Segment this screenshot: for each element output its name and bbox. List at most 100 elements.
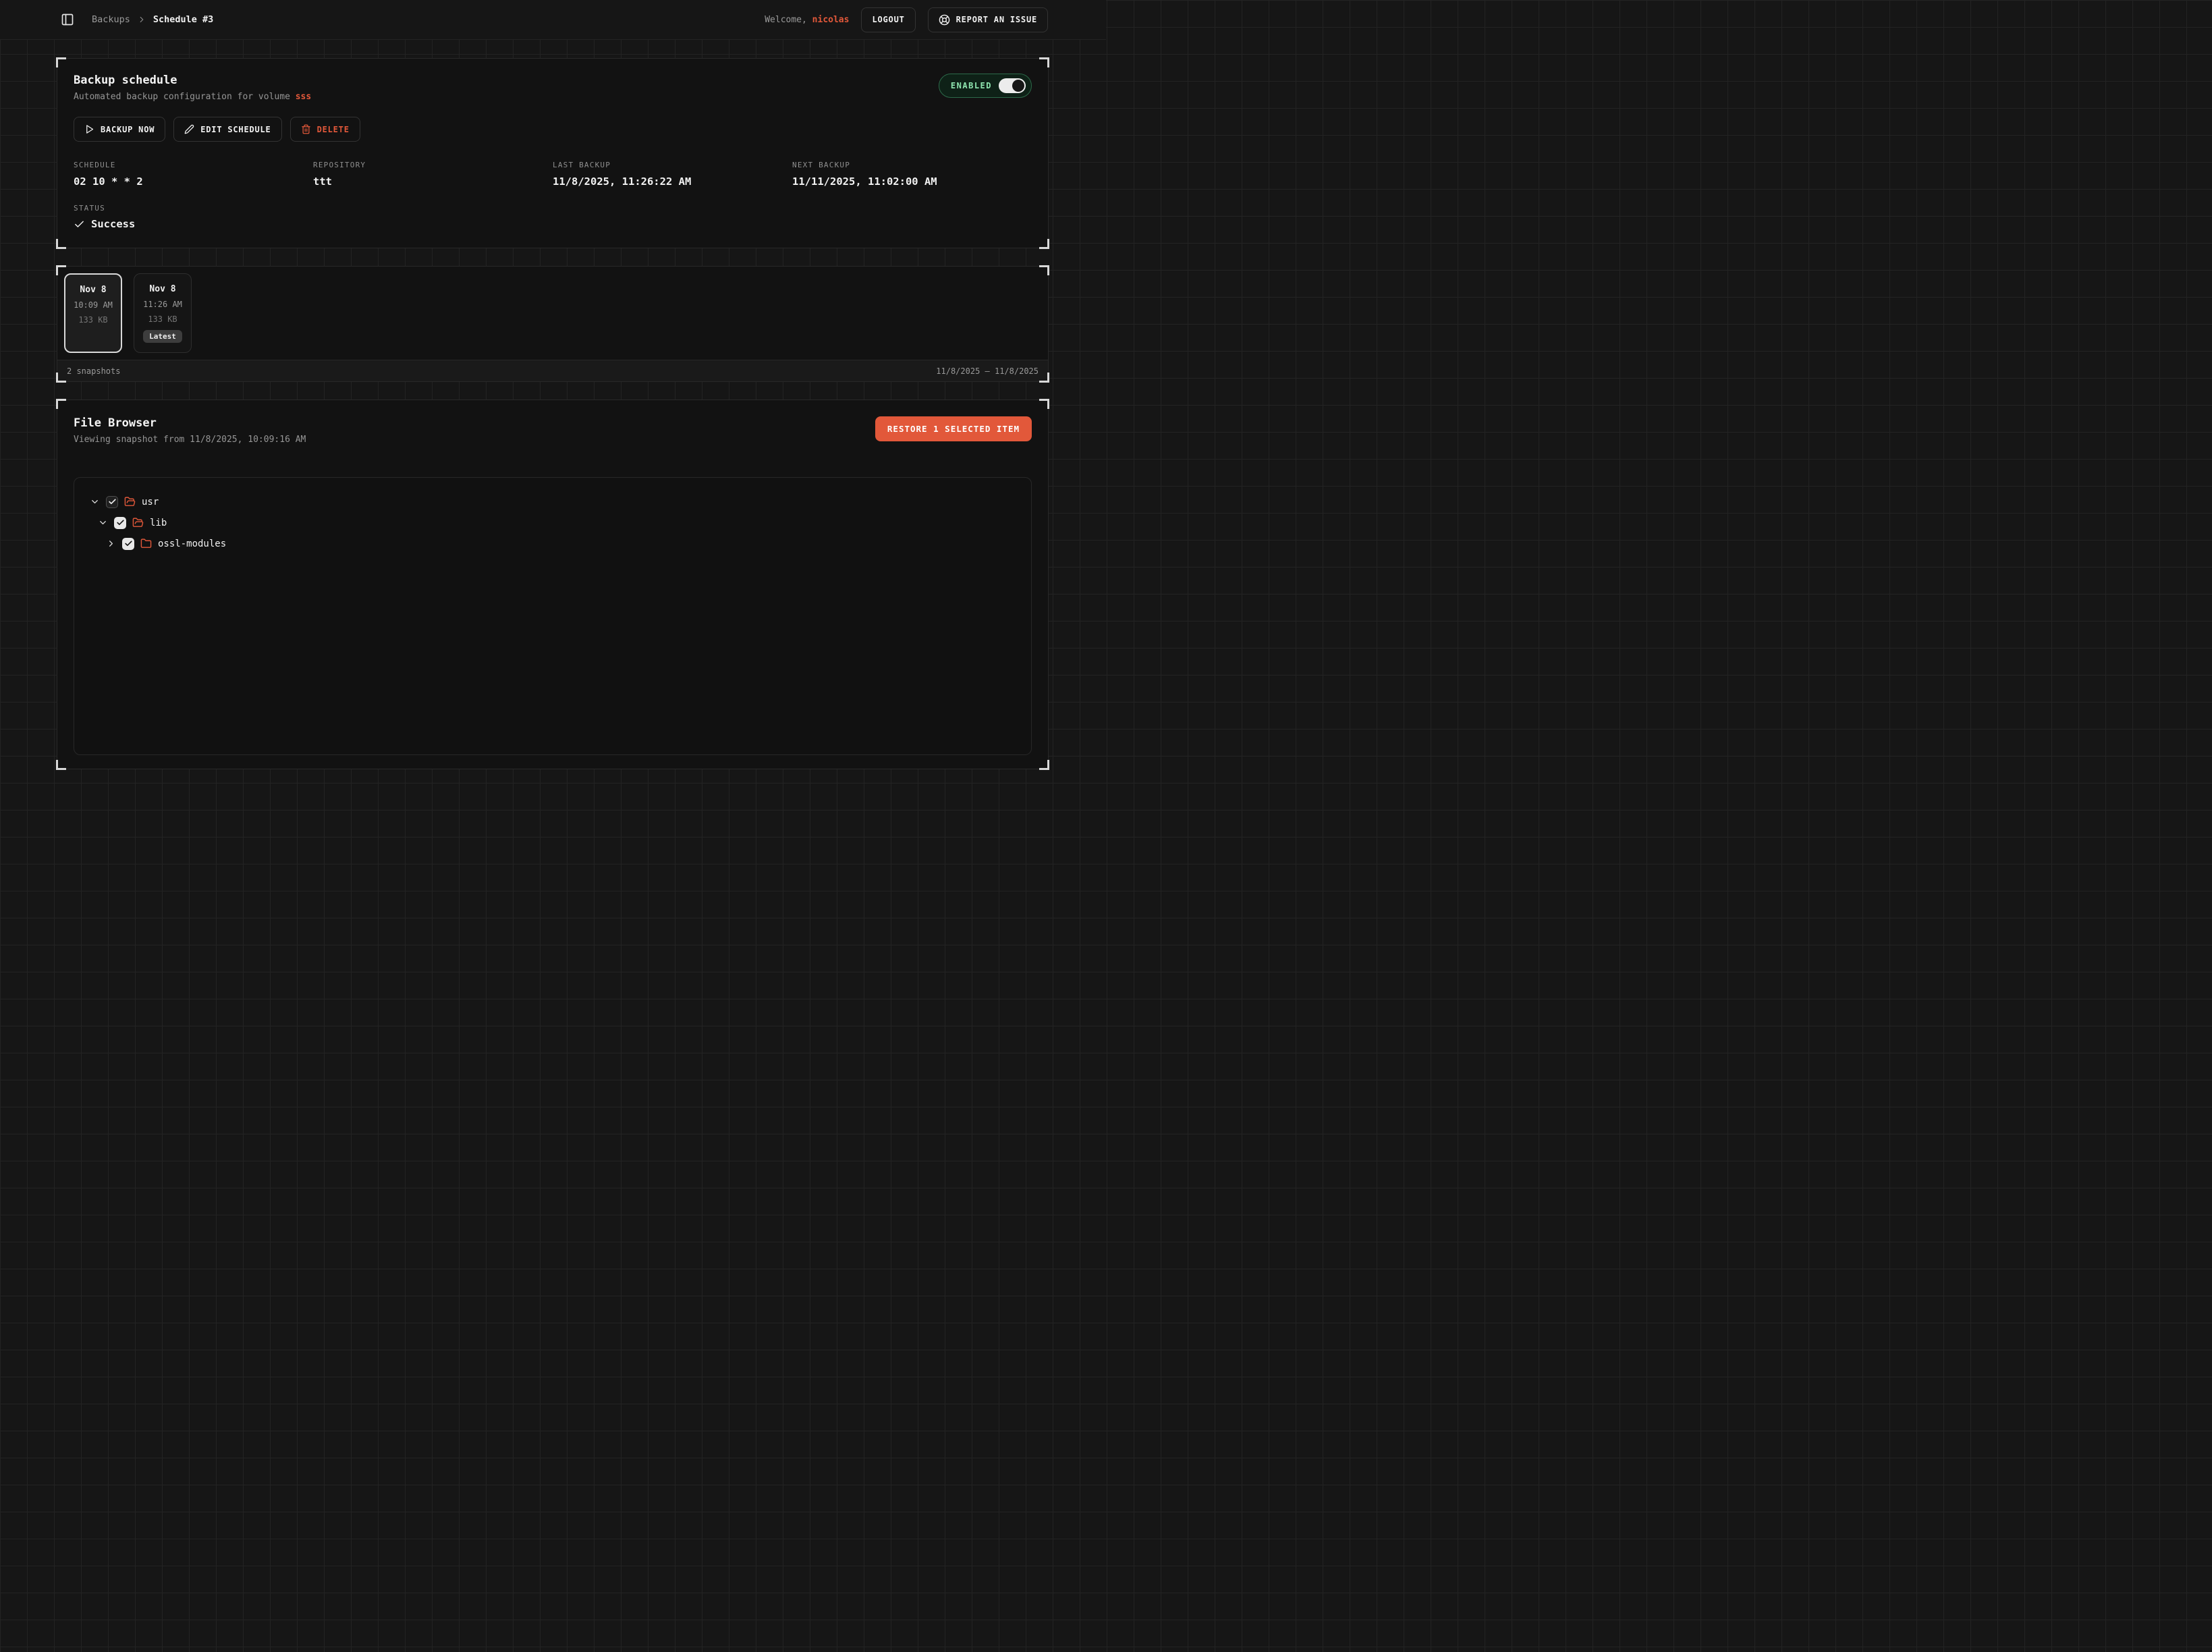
field-next-backup: NEXT BACKUP 11/11/2025, 11:02:00 AM xyxy=(792,161,1032,188)
file-browser-subtitle: Viewing snapshot from 11/8/2025, 10:09:1… xyxy=(74,435,306,445)
file-browser-header: File Browser Viewing snapshot from 11/8/… xyxy=(74,416,1032,445)
top-bar-right: Welcome, nicolas LOGOUT REPORT AN ISSUE xyxy=(765,7,1048,32)
main-content: Backup schedule Automated backup configu… xyxy=(0,40,1106,769)
file-tree: usr lib xyxy=(74,477,1032,755)
enabled-toggle[interactable]: ENABLED xyxy=(939,74,1032,98)
delete-button-label: DELETE xyxy=(317,125,350,134)
edit-schedule-button-label: EDIT SCHEDULE xyxy=(200,125,271,134)
status-value: Success xyxy=(91,218,135,230)
schedule-panel-header: Backup schedule Automated backup configu… xyxy=(74,74,1032,102)
status-badge: Success xyxy=(74,218,1032,230)
field-schedule: SCHEDULE 02 10 * * 2 xyxy=(74,161,313,188)
snapshot-date: Nov 8 xyxy=(149,284,175,294)
restore-selected-button[interactable]: RESTORE 1 SELECTED ITEM xyxy=(875,416,1032,441)
corner-bracket xyxy=(56,760,66,770)
snapshot-time: 10:09 AM xyxy=(74,300,113,310)
snapshot-list: Nov 8 10:09 AM 133 KB Nov 8 11:26 AM 133… xyxy=(57,267,1048,360)
field-label: REPOSITORY xyxy=(313,161,553,169)
schedule-panel-subtitle: Automated backup configuration for volum… xyxy=(74,92,311,102)
report-issue-button-label: REPORT AN ISSUE xyxy=(956,15,1037,24)
snapshot-date-range: 11/8/2025 – 11/8/2025 xyxy=(936,366,1039,376)
folder-icon xyxy=(140,538,152,549)
field-repository: REPOSITORY ttt xyxy=(313,161,553,188)
enabled-toggle-label: ENABLED xyxy=(951,81,992,90)
field-value: 02 10 * * 2 xyxy=(74,175,313,188)
file-browser-title: File Browser xyxy=(74,416,306,430)
snapshot-size: 133 KB xyxy=(78,315,107,325)
field-value: 11/8/2025, 11:26:22 AM xyxy=(553,175,792,188)
chevron-down-icon[interactable] xyxy=(98,518,108,528)
file-browser-titles: File Browser Viewing snapshot from 11/8/… xyxy=(74,416,306,445)
trash-icon xyxy=(301,124,311,134)
corner-bracket xyxy=(56,239,66,249)
corner-bracket xyxy=(1039,399,1049,409)
snapshot-time: 11:26 AM xyxy=(143,300,182,309)
logout-button[interactable]: LOGOUT xyxy=(861,7,915,32)
corner-bracket xyxy=(1039,239,1049,249)
top-bar: Backups Schedule #3 Welcome, nicolas LOG… xyxy=(0,0,1106,40)
chevron-right-icon xyxy=(137,15,146,24)
report-issue-button[interactable]: REPORT AN ISSUE xyxy=(928,7,1048,32)
check-icon xyxy=(74,219,85,230)
breadcrumb-section[interactable]: Backups xyxy=(92,14,130,25)
corner-bracket xyxy=(1039,57,1049,67)
breadcrumb-current: Schedule #3 xyxy=(153,14,213,25)
tree-row-usr[interactable]: usr xyxy=(84,491,1022,512)
file-browser-panel: File Browser Viewing snapshot from 11/8/… xyxy=(57,400,1049,769)
snapshot-card-selected[interactable]: Nov 8 10:09 AM 133 KB xyxy=(64,273,122,353)
field-label: LAST BACKUP xyxy=(553,161,792,169)
checkbox-checked[interactable] xyxy=(114,517,126,529)
tree-item-label: ossl-modules xyxy=(158,539,226,549)
field-value: 11/11/2025, 11:02:00 AM xyxy=(792,175,1032,188)
page-title: Backup schedule xyxy=(74,74,311,87)
checkbox-checked[interactable] xyxy=(106,496,118,508)
top-bar-left: Backups Schedule #3 xyxy=(61,13,765,26)
pencil-icon xyxy=(184,124,194,134)
snapshots-footer: 2 snapshots 11/8/2025 – 11/8/2025 xyxy=(57,360,1048,381)
logout-button-label: LOGOUT xyxy=(872,15,904,24)
folder-open-icon xyxy=(124,496,136,507)
panel-left-icon xyxy=(61,13,74,26)
tree-item-label: usr xyxy=(142,497,159,507)
snapshots-panel: Nov 8 10:09 AM 133 KB Nov 8 11:26 AM 133… xyxy=(57,266,1049,382)
volume-name: sss xyxy=(296,92,311,102)
schedule-panel-titles: Backup schedule Automated backup configu… xyxy=(74,74,311,102)
folder-open-icon xyxy=(132,517,144,528)
tree-row-ossl-modules[interactable]: ossl-modules xyxy=(84,533,1022,554)
backup-now-button[interactable]: BACKUP NOW xyxy=(74,117,165,142)
backup-now-button-label: BACKUP NOW xyxy=(101,125,155,134)
field-label: NEXT BACKUP xyxy=(792,161,1032,169)
field-label: SCHEDULE xyxy=(74,161,313,169)
field-value: ttt xyxy=(313,175,553,188)
field-last-backup: LAST BACKUP 11/8/2025, 11:26:22 AM xyxy=(553,161,792,188)
restore-selected-button-label: RESTORE 1 SELECTED ITEM xyxy=(887,424,1020,434)
snapshot-date: Nov 8 xyxy=(80,285,106,295)
toggle-knob xyxy=(1012,80,1024,92)
latest-badge: Latest xyxy=(143,330,182,343)
chevron-down-icon[interactable] xyxy=(90,497,100,507)
tree-row-lib[interactable]: lib xyxy=(84,512,1022,533)
status-label: STATUS xyxy=(74,204,1032,213)
subtitle-prefix: Automated backup configuration for volum… xyxy=(74,92,296,102)
snapshot-count: 2 snapshots xyxy=(67,366,120,376)
life-buoy-icon xyxy=(939,14,950,26)
field-status: STATUS Success xyxy=(74,204,1032,230)
corner-bracket xyxy=(56,399,66,409)
corner-bracket xyxy=(1039,760,1049,770)
breadcrumb: Backups Schedule #3 xyxy=(92,14,213,25)
delete-button[interactable]: DELETE xyxy=(290,117,360,142)
tree-item-label: lib xyxy=(150,518,167,528)
username: nicolas xyxy=(812,15,850,25)
sidebar-toggle-button[interactable] xyxy=(61,13,74,26)
schedule-actions: BACKUP NOW EDIT SCHEDULE DELETE xyxy=(74,117,1032,142)
snapshot-size: 133 KB xyxy=(148,314,177,324)
welcome-prefix: Welcome, xyxy=(765,15,812,25)
snapshot-card[interactable]: Nov 8 11:26 AM 133 KB Latest xyxy=(134,273,192,353)
chevron-right-icon[interactable] xyxy=(106,539,116,549)
play-icon xyxy=(84,124,94,134)
checkbox-checked[interactable] xyxy=(122,538,134,550)
toggle-switch[interactable] xyxy=(999,78,1026,93)
backup-schedule-panel: Backup schedule Automated backup configu… xyxy=(57,58,1049,248)
welcome-text: Welcome, nicolas xyxy=(765,15,849,25)
edit-schedule-button[interactable]: EDIT SCHEDULE xyxy=(173,117,281,142)
